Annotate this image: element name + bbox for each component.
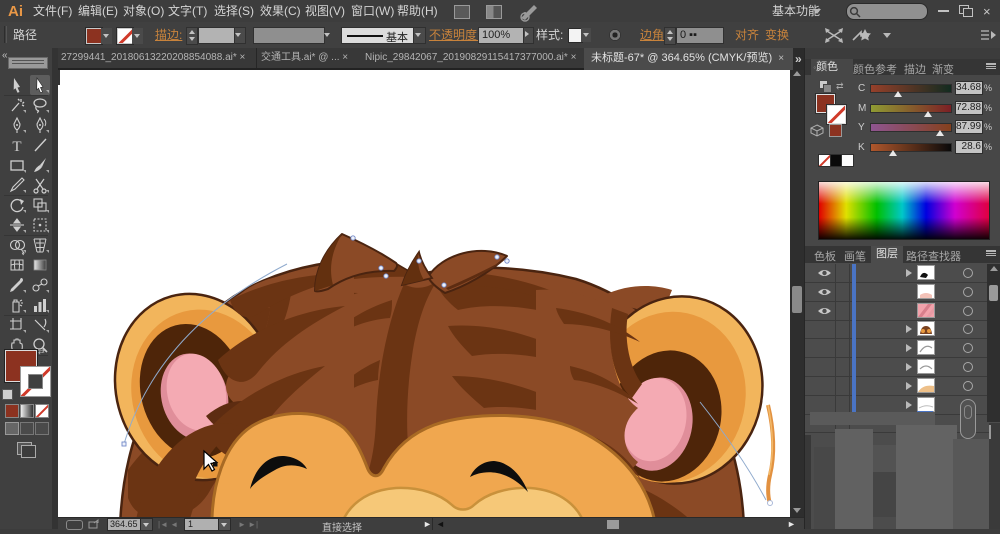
svg-text:T: T xyxy=(12,139,21,155)
